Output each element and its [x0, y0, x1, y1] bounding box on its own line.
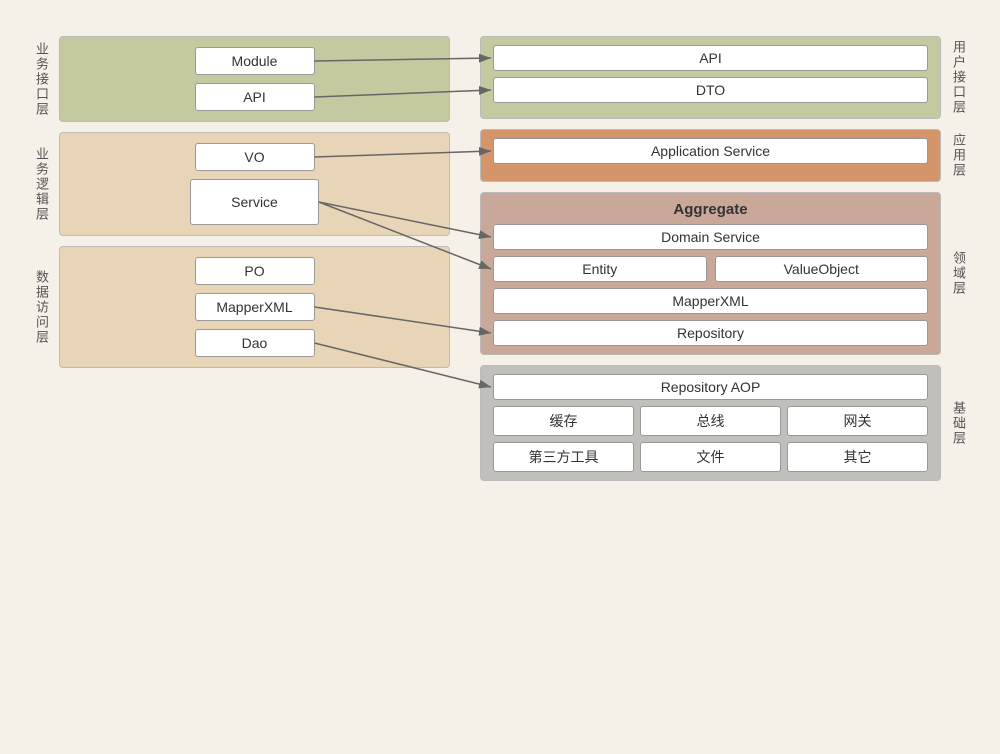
left-layer-interface: 业务接口层 Module API — [30, 36, 450, 122]
vo-box: VO — [195, 143, 315, 171]
module-box: Module — [195, 47, 315, 75]
gateway-box: 网关 — [787, 406, 928, 436]
left-layer-data-box: PO MapperXML Dao — [59, 246, 450, 368]
left-layer-interface-label: 业务接口层 — [30, 36, 53, 122]
other-box: 其它 — [787, 442, 928, 472]
repository-aop-box: Repository AOP — [493, 374, 928, 400]
file-box: 文件 — [640, 442, 781, 472]
mapperxml-box-right: MapperXML — [493, 288, 928, 314]
right-layer-domain: Aggregate Domain Service Entity ValueObj… — [480, 192, 970, 355]
right-layer-infra: Repository AOP 缓存 总线 网关 第三方工具 文件 其它 基础层 — [480, 365, 970, 481]
left-layer-logic: 业务逻辑层 VO Service — [30, 132, 450, 236]
left-layer-logic-label: 业务逻辑层 — [30, 132, 53, 236]
po-box: PO — [195, 257, 315, 285]
right-layer-infra-box: Repository AOP 缓存 总线 网关 第三方工具 文件 其它 — [480, 365, 941, 481]
right-layer-user-interface-label: 用户接口层 — [947, 36, 970, 119]
service-box: Service — [190, 179, 319, 225]
infra-grid-2: 第三方工具 文件 其它 — [493, 442, 928, 472]
cache-box: 缓存 — [493, 406, 634, 436]
third-party-box: 第三方工具 — [493, 442, 634, 472]
entity-box: Entity — [493, 256, 707, 282]
bus-box: 总线 — [640, 406, 781, 436]
left-layer-logic-box: VO Service — [59, 132, 450, 236]
left-layer-data: 数据访问层 PO MapperXML Dao — [30, 246, 450, 368]
left-layer-data-label: 数据访问层 — [30, 246, 53, 368]
valueobject-box: ValueObject — [715, 256, 929, 282]
left-side: 业务接口层 Module API 业务逻辑层 VO Service 数据访问层 … — [30, 36, 450, 368]
right-layer-user-interface-box: API DTO — [480, 36, 941, 119]
infra-grid-1: 缓存 总线 网关 — [493, 406, 928, 436]
right-layer-domain-box: Aggregate Domain Service Entity ValueObj… — [480, 192, 941, 355]
api-box-left: API — [195, 83, 315, 111]
mapperxml-box-left: MapperXML — [195, 293, 315, 321]
app-service-box: Application Service — [493, 138, 928, 164]
right-layer-app: Application Service 应用层 — [480, 129, 970, 182]
repository-box: Repository — [493, 320, 928, 346]
aggregate-title: Aggregate — [493, 201, 928, 218]
right-layer-app-label: 应用层 — [947, 129, 970, 182]
diagram-area: 业务接口层 Module API 业务逻辑层 VO Service 数据访问层 … — [30, 36, 970, 481]
right-layer-user-interface: API DTO 用户接口层 — [480, 36, 970, 119]
right-layer-app-box: Application Service — [480, 129, 941, 182]
right-layer-infra-label: 基础层 — [947, 365, 970, 481]
entity-row: Entity ValueObject — [493, 256, 928, 282]
left-layer-interface-box: Module API — [59, 36, 450, 122]
api-box-right: API — [493, 45, 928, 71]
dto-box: DTO — [493, 77, 928, 103]
right-layer-domain-label: 领域层 — [947, 192, 970, 355]
dao-box: Dao — [195, 329, 315, 357]
domain-service-box: Domain Service — [493, 224, 928, 250]
right-side: API DTO 用户接口层 Application Service 应用层 Ag… — [480, 36, 970, 481]
